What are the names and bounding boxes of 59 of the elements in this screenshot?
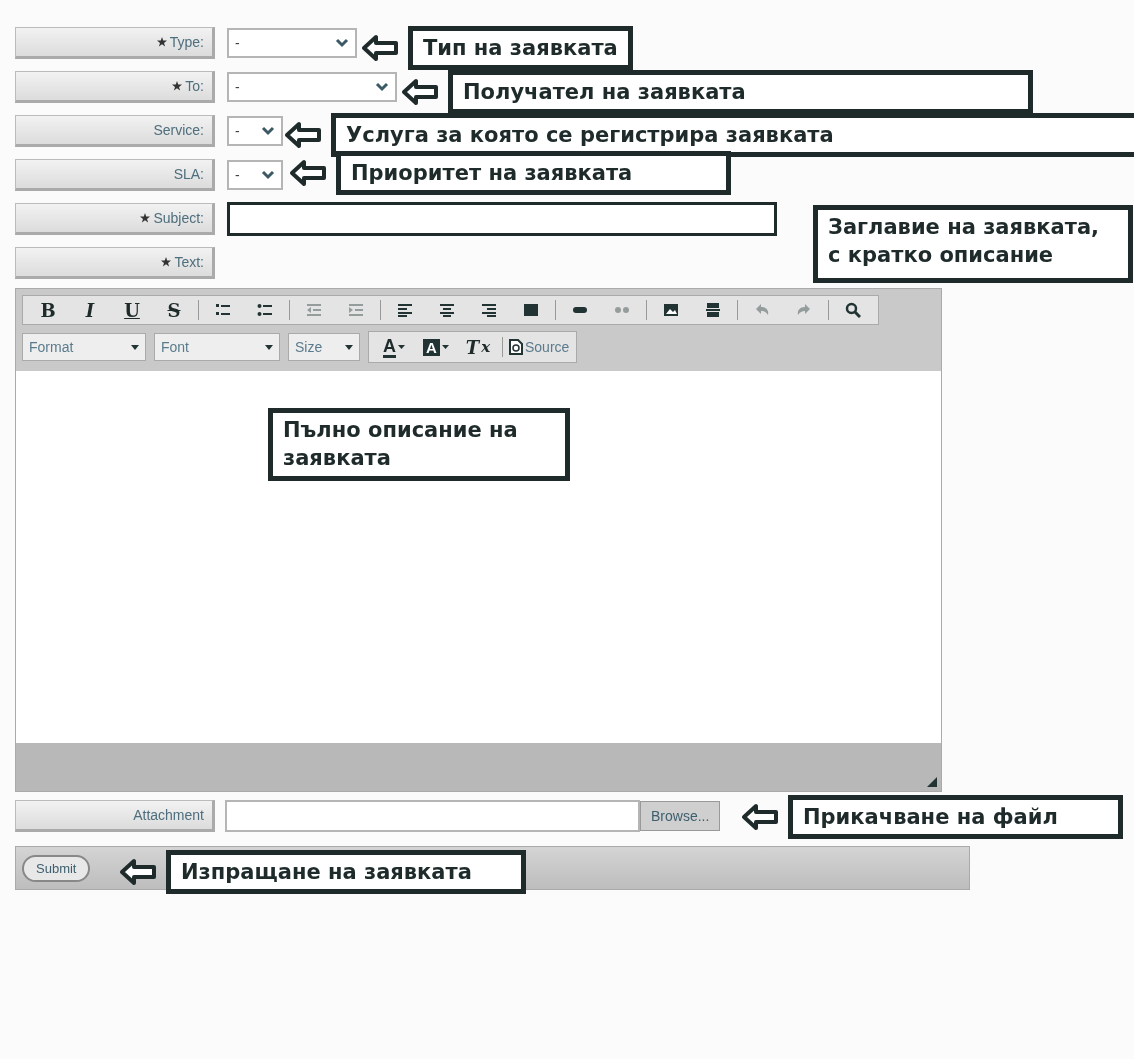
caret-icon xyxy=(265,344,273,350)
image-icon xyxy=(663,302,679,318)
star-icon xyxy=(172,80,183,91)
subject-field[interactable] xyxy=(227,201,777,236)
page-break-icon xyxy=(705,302,721,318)
align-center-icon xyxy=(439,302,455,318)
strikethrough-button[interactable]: S xyxy=(153,298,195,322)
caret-icon xyxy=(345,344,353,350)
field-label: SLA: xyxy=(173,165,204,182)
caret-icon xyxy=(335,37,349,48)
field-label: Text: xyxy=(174,253,204,270)
document-icon xyxy=(509,339,523,355)
search-icon xyxy=(845,302,861,318)
field-label: Service: xyxy=(153,121,204,138)
caret-icon xyxy=(131,344,139,350)
field-label: Attachment xyxy=(133,807,204,823)
caret-icon xyxy=(261,169,275,180)
text-color-button[interactable]: A xyxy=(373,335,415,359)
callout-label: Заглавие на заявката, с кратко описание xyxy=(813,205,1133,283)
caret-icon xyxy=(398,345,405,349)
align-right-icon xyxy=(481,302,497,318)
callout-label: Изпращане на заявката xyxy=(166,850,526,895)
numbered-list-icon xyxy=(215,302,231,318)
dropdown[interactable]: - xyxy=(227,71,397,102)
dropdown[interactable]: - xyxy=(227,27,357,58)
field-label: Subject: xyxy=(153,209,204,226)
outdent-icon xyxy=(306,302,322,318)
style-dropdown[interactable]: Format xyxy=(22,333,146,361)
field-label: To: xyxy=(185,77,204,94)
callout-label: Услуга за която се регистрира заявката xyxy=(331,113,1134,158)
star-icon xyxy=(140,212,151,223)
file-input[interactable] xyxy=(225,800,640,832)
callout-label: Получател на заявката xyxy=(448,70,1033,115)
callout-label: Тип на заявката xyxy=(408,26,633,71)
callout-label: Приоритет на заявката xyxy=(336,151,731,196)
underline-button[interactable]: U xyxy=(111,298,153,322)
field-label: Type: xyxy=(169,33,204,50)
bold-button[interactable]: B xyxy=(27,298,69,322)
callout-label: Пълно описание на заявката xyxy=(268,408,570,481)
justify-icon xyxy=(523,302,539,318)
resize-handle-icon xyxy=(927,777,937,787)
italic-button[interactable]: I xyxy=(69,298,111,322)
submit-button[interactable]: Submit xyxy=(22,854,91,882)
source-button[interactable]: Source xyxy=(506,335,573,359)
style-dropdown[interactable]: Font xyxy=(154,333,280,361)
star-icon xyxy=(156,36,167,47)
dropdown[interactable]: - xyxy=(227,159,283,190)
style-dropdown[interactable]: Size xyxy=(288,333,360,361)
caret-icon xyxy=(375,81,389,92)
caret-icon xyxy=(261,125,275,136)
align-left-icon xyxy=(397,302,413,318)
bulleted-list-icon xyxy=(257,302,273,318)
star-icon xyxy=(161,256,172,267)
background-color-button[interactable]: A xyxy=(415,335,457,359)
indent-icon xyxy=(348,302,364,318)
browse-button[interactable]: Browse... xyxy=(640,801,721,831)
caret-icon xyxy=(441,345,449,349)
dropdown[interactable]: - xyxy=(227,115,283,146)
callout-label: Прикачване на файл xyxy=(788,795,1123,840)
